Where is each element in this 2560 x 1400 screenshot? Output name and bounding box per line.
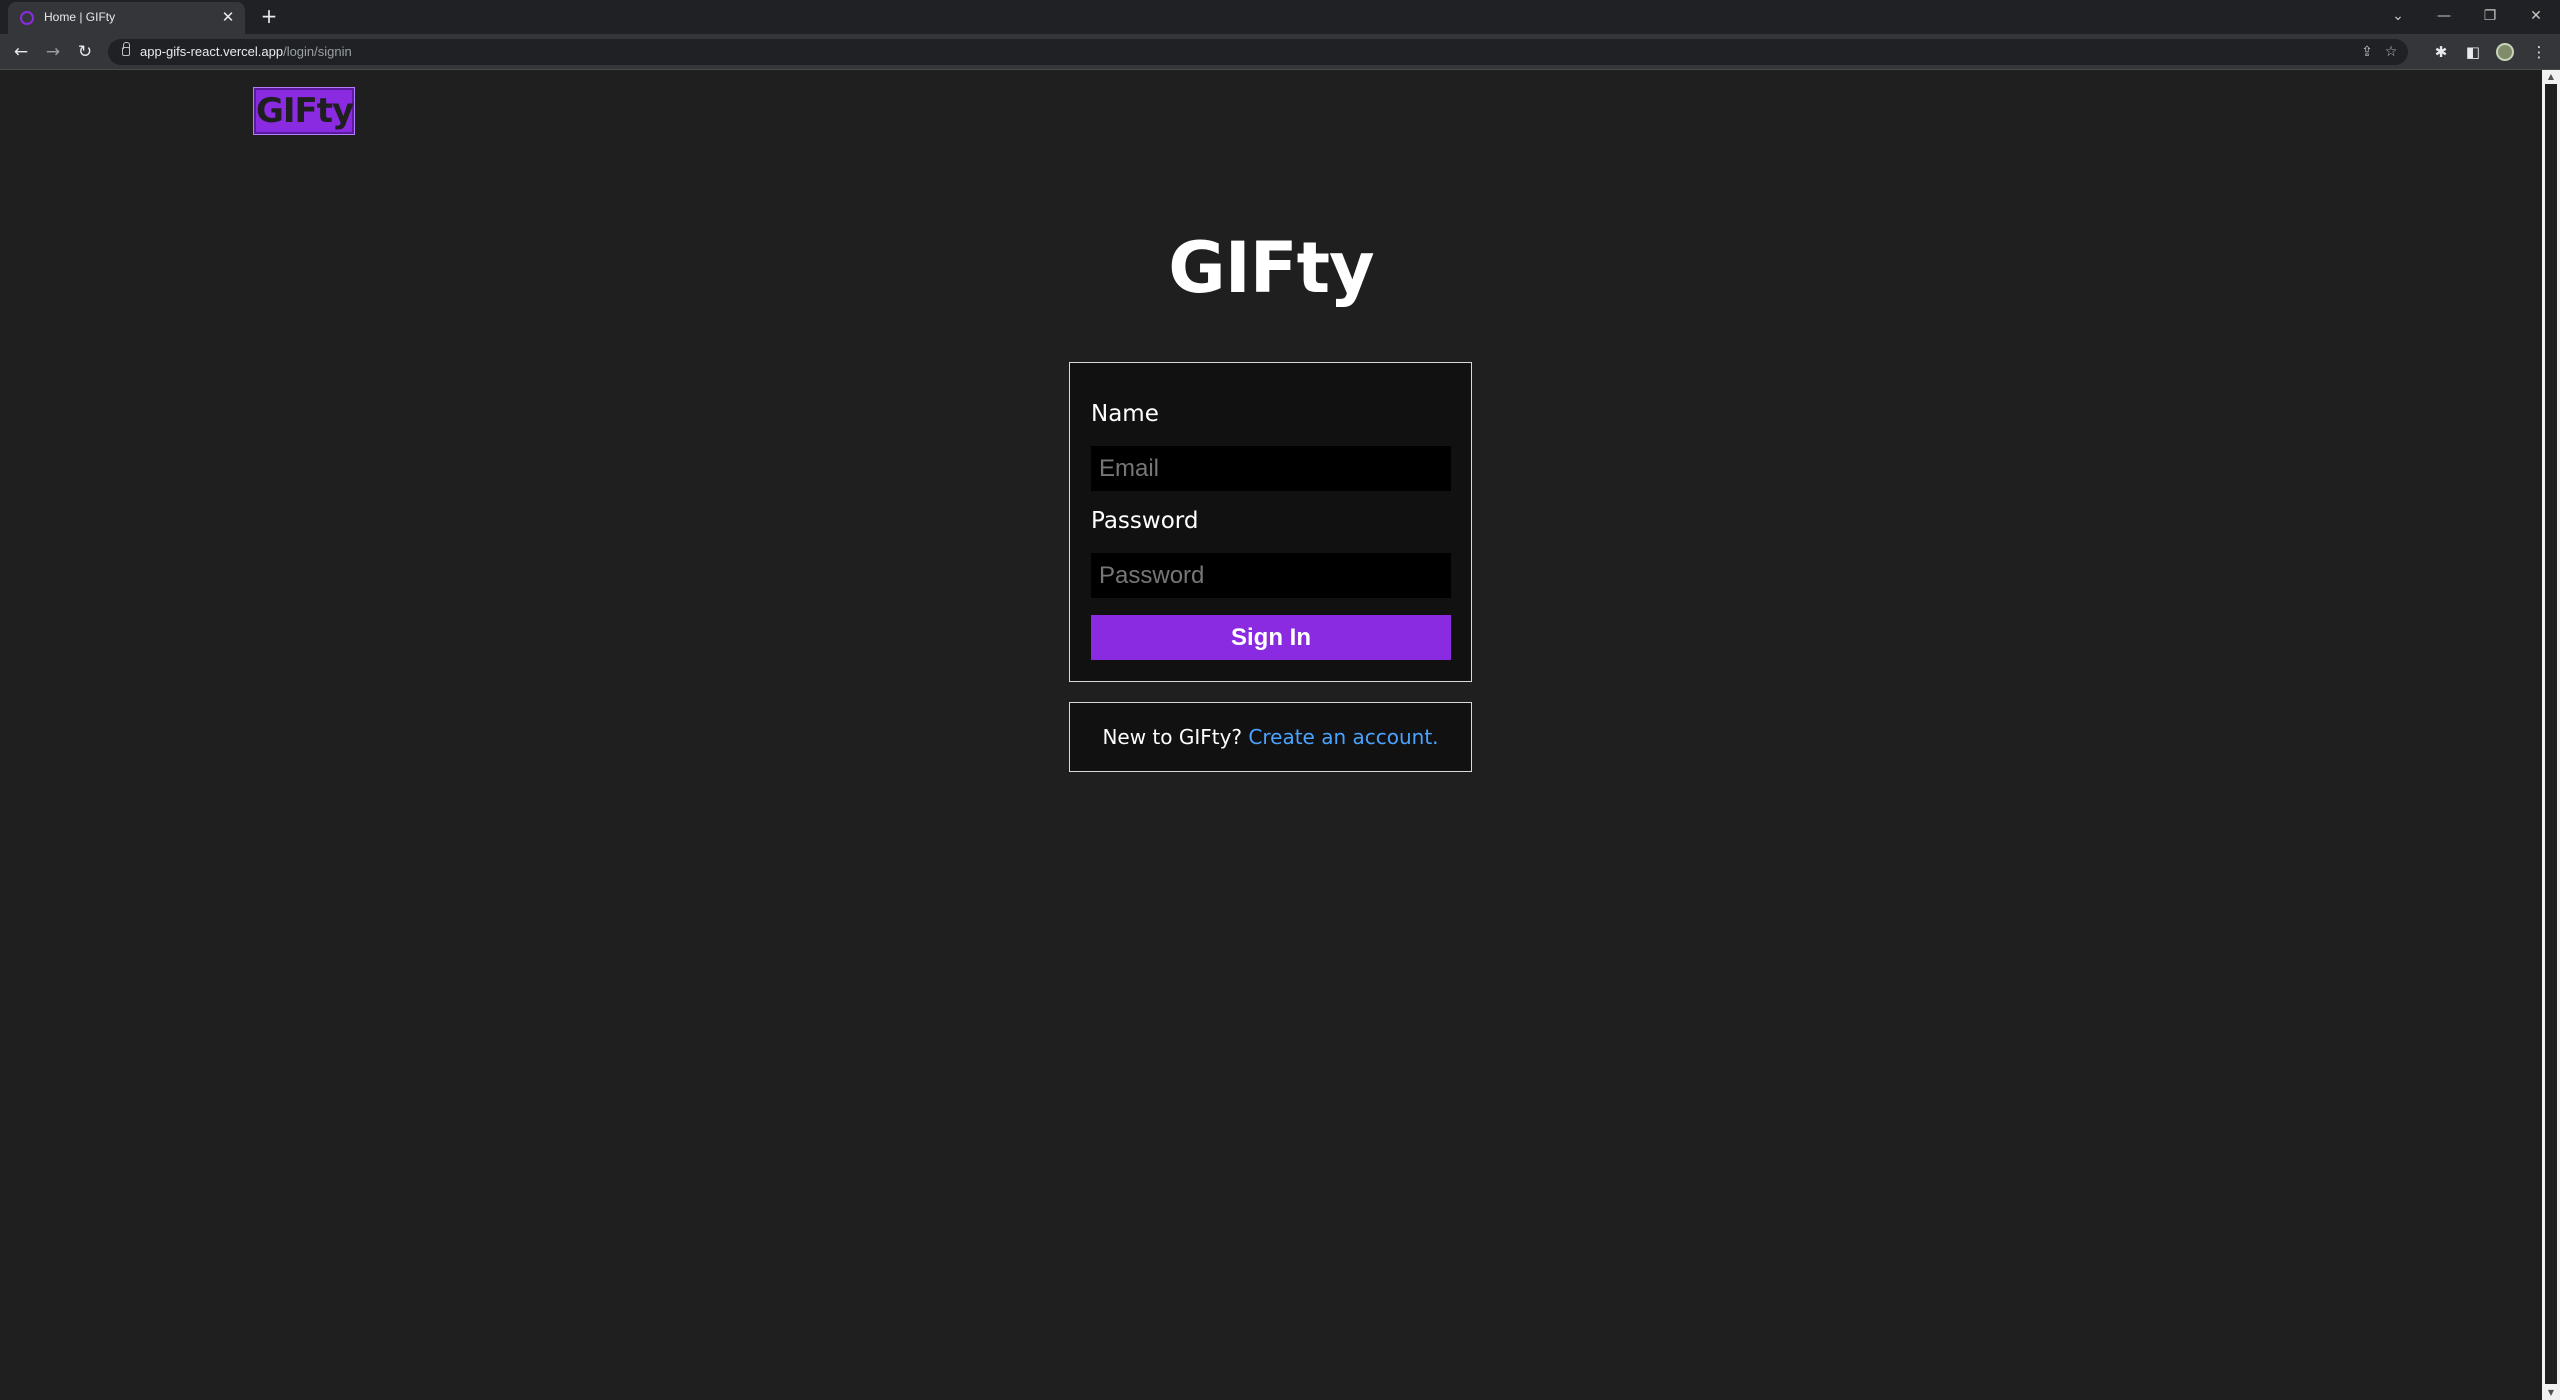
signup-prompt-text: New to GIFty? [1102,725,1249,749]
browser-tab[interactable]: Home | GIFty ✕ [8,2,245,34]
gifty-favicon-icon [20,11,34,25]
new-tab-button[interactable]: + [258,5,280,27]
back-button[interactable]: ← [10,41,32,63]
scroll-up-arrow-icon[interactable]: ▲ [2542,70,2560,84]
login-form: Name Password Sign In [1069,362,1472,682]
bookmark-star-icon[interactable]: ☆ [2382,43,2400,61]
page-viewport: GIFty GIFty Name Password Sign In New to… [0,70,2542,1400]
url-text[interactable]: app-gifs-react.vercel.app/login/signin [140,44,352,59]
extensions-icon[interactable]: ✱ [2430,41,2452,63]
sign-in-button[interactable]: Sign In [1091,615,1451,660]
forward-button[interactable]: → [42,41,64,63]
email-input[interactable] [1091,446,1451,491]
lock-icon[interactable] [122,42,130,56]
page-title: GIFty [1168,227,1374,309]
scroll-down-arrow-icon[interactable]: ▼ [2542,1386,2560,1400]
browser-tab-strip: Home | GIFty ✕ + ⌄ — ❐ ✕ [0,0,2560,34]
tab-title: Home | GIFty [44,10,116,24]
page-scrollbar[interactable]: ▲ ▼ [2542,70,2560,1400]
close-window-button[interactable]: ✕ [2518,4,2554,28]
logo-text: GIFty [256,91,354,131]
share-icon[interactable]: ⇪ [2358,43,2376,61]
name-label: Name [1091,401,1159,427]
profile-avatar[interactable] [2496,43,2514,61]
url-path: /login/signin [283,44,352,59]
scroll-thumb[interactable] [2545,84,2557,1384]
browser-menu-icon[interactable]: ⋮ [2528,41,2550,63]
browser-toolbar: ← → ↻ app-gifs-react.vercel.app/login/si… [0,34,2560,70]
password-input[interactable] [1091,553,1451,598]
close-tab-icon[interactable]: ✕ [219,8,237,26]
url-host: app-gifs-react.vercel.app [140,44,284,59]
reload-button[interactable]: ↻ [74,41,96,63]
address-bar[interactable]: app-gifs-react.vercel.app/login/signin ⇪… [108,39,2408,65]
side-panel-icon[interactable]: ◧ [2462,41,2484,63]
minimize-button[interactable]: — [2426,4,2462,28]
restore-button[interactable]: ❐ [2472,4,2508,28]
create-account-link[interactable]: Create an account. [1248,725,1438,749]
tab-search-icon[interactable]: ⌄ [2380,4,2416,28]
logo-link[interactable]: GIFty [253,87,355,135]
signup-prompt: New to GIFty? Create an account. [1069,702,1472,772]
password-label: Password [1091,508,1199,534]
